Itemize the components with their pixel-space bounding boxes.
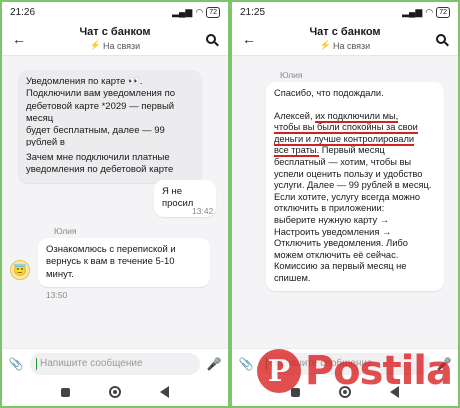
message-line: деньги и лучше контролировали: [274, 133, 436, 146]
message-text: Зачем мне подключили платные уведомления…: [26, 152, 174, 176]
sender-name: Юлия: [280, 70, 303, 80]
wifi-icon: ◠: [425, 6, 434, 17]
message-text: бесплатный — хотим, чтобы вы успели оцен…: [274, 156, 432, 283]
status-icons: ▂▄▆ ◠ 72: [172, 6, 220, 18]
signal-icon: ▂▄▆: [402, 6, 423, 17]
nav-home-icon[interactable]: [108, 386, 121, 398]
status-time: 21:25: [240, 6, 266, 18]
chat-title: Чат с банком: [79, 26, 151, 38]
message-input[interactable]: Напишите сообщение: [30, 352, 200, 375]
phone-right: 21:25 ▂▄▆ ◠ 72 ← Чат с банком ⚡ На связи…: [232, 2, 458, 406]
chat-status-text: На связи: [103, 40, 141, 51]
status-time: 21:26: [10, 6, 36, 18]
chat-status-text: На связи: [333, 40, 371, 51]
phone-left: 21:26 ▂▄▆ ◠ 72 ← Чат с банком ⚡ На связи…: [2, 2, 228, 406]
message-line: Алексей, их подключили мы,: [274, 110, 436, 123]
avatar-icon[interactable]: 😇: [10, 260, 30, 280]
attach-icon[interactable]: 📎: [8, 356, 24, 372]
text-caret: [36, 357, 37, 370]
postila-watermark: P Postila: [256, 348, 453, 394]
search-icon[interactable]: [202, 30, 220, 48]
sender-name: Юлия: [54, 226, 77, 236]
message-line: чтобы вы были спокойны за свои: [274, 122, 436, 135]
bolt-icon: ⚡: [319, 40, 331, 50]
bolt-icon: ⚡: [89, 40, 101, 50]
message-list[interactable]: Юлия Спасибо, что подождали. Алексей, их…: [232, 56, 458, 348]
status-bar: 21:26 ▂▄▆ ◠ 72: [2, 2, 228, 22]
status-icons: ▂▄▆ ◠ 72: [402, 6, 450, 18]
chat-header-center: Чат с банком ⚡ На связи: [258, 26, 432, 51]
signal-icon: ▂▄▆: [172, 6, 193, 17]
system-nav-bar: [2, 378, 228, 406]
underlined-text: их подключили мы,: [315, 110, 399, 123]
mic-icon[interactable]: 🎤: [206, 356, 222, 372]
message-time: 13:50: [46, 290, 68, 300]
message-text: Алексей,: [274, 110, 316, 121]
underlined-text: деньги и лучше контролировали: [274, 133, 415, 146]
status-bar: 21:25 ▂▄▆ ◠ 72: [232, 2, 458, 22]
wifi-icon: ◠: [195, 6, 204, 17]
search-icon[interactable]: [432, 30, 450, 48]
message-bubble: Спасибо, что подождали. Алексей, их подк…: [266, 82, 444, 291]
message-line: Спасибо, что подождали.: [274, 88, 384, 98]
nav-back-icon[interactable]: [159, 386, 169, 398]
nav-recents-icon[interactable]: [61, 387, 71, 397]
message-text: Ознакомлюсь с перепиской и вернусь к вам…: [46, 244, 176, 280]
message-time: 13:42: [192, 206, 214, 216]
chat-header: ← Чат с банком ⚡ На связи: [2, 22, 228, 56]
postila-wordmark: Postila: [304, 348, 453, 394]
message-bubble: Ознакомлюсь с перепиской и вернусь к вам…: [38, 238, 210, 287]
underlined-text: все траты.: [274, 145, 320, 158]
chat-status: ⚡ На связи: [258, 40, 432, 51]
message-text: Первый месяц: [319, 145, 385, 156]
message-line: все траты. Первый месяц: [274, 145, 436, 158]
back-arrow-icon[interactable]: ←: [10, 30, 28, 48]
back-arrow-icon[interactable]: ←: [240, 30, 258, 48]
message-bubble: Зачем мне подключили платные уведомления…: [18, 146, 202, 183]
message-input-bar: 📎 Напишите сообщение 🎤: [2, 348, 228, 378]
message-input-placeholder: Напишите сообщение: [40, 358, 143, 369]
attach-icon[interactable]: 📎: [238, 356, 254, 372]
battery-icon: 72: [206, 6, 220, 18]
chat-status: ⚡ На связи: [28, 40, 202, 51]
message-list[interactable]: Уведомления по карте 👀. Подключили вам у…: [2, 56, 228, 348]
chat-header-center: Чат с банком ⚡ На связи: [28, 26, 202, 51]
chat-header: ← Чат с банком ⚡ На связи: [232, 22, 458, 56]
underlined-text: чтобы вы были спокойны за свои: [274, 122, 418, 135]
postila-logo: P: [256, 349, 301, 393]
chat-title: Чат с банком: [309, 26, 381, 38]
battery-icon: 72: [436, 6, 450, 18]
